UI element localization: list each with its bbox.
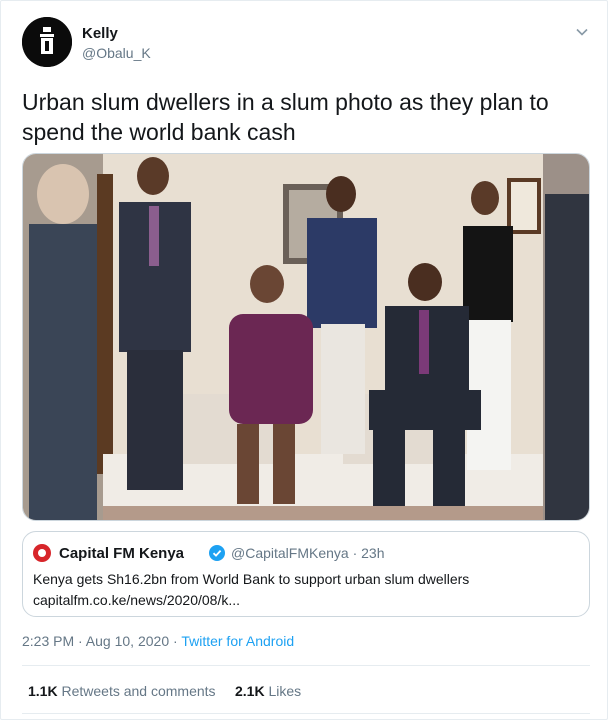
chevron-down-icon[interactable] [575, 25, 589, 39]
retweets-count: 1.1K [28, 683, 58, 699]
quoted-text: Kenya gets Sh16.2bn from World Bank to s… [33, 571, 470, 587]
capital-fm-logo-icon [33, 544, 51, 562]
tweet-photo[interactable] [22, 153, 590, 521]
tweet-timestamp[interactable]: 2:23 PM · Aug 10, 2020 [22, 633, 169, 649]
likes-stat[interactable]: 2.1K Likes [235, 683, 301, 699]
user-display-name[interactable]: Kelly [82, 25, 118, 42]
divider [22, 665, 590, 666]
retweets-label: Retweets and comments [61, 683, 216, 699]
tweet-source-link[interactable]: Twitter for Android [181, 633, 294, 649]
verified-badge-icon [209, 545, 225, 561]
user-avatar[interactable] [22, 17, 72, 67]
tweet-meta: 2:23 PM · Aug 10, 2020 · Twitter for And… [22, 633, 294, 649]
meta-separator: · [169, 633, 182, 649]
tweet-card: Kelly @Obalu_K Urban slum dwellers in a … [0, 0, 608, 720]
user-handle[interactable]: @Obalu_K [82, 45, 151, 61]
quoted-link[interactable]: capitalfm.co.ke/news/2020/08/k... [33, 592, 240, 608]
quoted-handle-time: @CapitalFMKenya · 23h [231, 545, 385, 561]
likes-label: Likes [268, 683, 302, 699]
divider [22, 713, 590, 714]
quoted-tweet[interactable]: Capital FM Kenya @CapitalFMKenya · 23h K… [22, 531, 590, 617]
tweet-stats: 1.1K Retweets and comments 2.1K Likes [28, 683, 301, 699]
likes-count: 2.1K [235, 683, 265, 699]
retweets-stat[interactable]: 1.1K Retweets and comments [28, 683, 216, 699]
quoted-display-name: Capital FM Kenya [59, 545, 185, 562]
tweet-text: Urban slum dwellers in a slum photo as t… [22, 89, 549, 145]
